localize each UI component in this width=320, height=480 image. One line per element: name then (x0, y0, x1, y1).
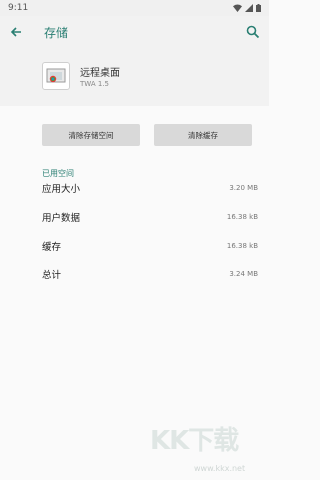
search-icon[interactable] (245, 24, 261, 40)
clear-storage-button[interactable]: 清除存储空间 (42, 124, 140, 146)
section-header-used-space: 已用空间 (42, 169, 74, 178)
clear-cache-button[interactable]: 清除缓存 (154, 124, 252, 146)
app-version: TWA 1.5 (80, 80, 109, 88)
wifi-icon (233, 4, 242, 12)
watermark-url: www.kkx.net (194, 464, 246, 473)
app-bar: 存储 (0, 16, 269, 48)
usage-row-cache: 缓存 16.38 kB (42, 238, 260, 254)
usage-value: 16.38 kB (226, 242, 258, 250)
signal-icon (245, 4, 253, 12)
battery-icon (256, 4, 261, 12)
app-name: 远程桌面 (80, 68, 120, 79)
app-icon (42, 62, 70, 90)
app-header: 远程桌面 TWA 1.5 (0, 48, 269, 106)
usage-value: 16.38 kB (226, 213, 258, 221)
usage-label: 总计 (42, 270, 62, 281)
page-title: 存储 (44, 26, 69, 40)
watermark-logo: KK下载 (150, 426, 239, 456)
usage-label: 缓存 (42, 242, 62, 253)
status-bar: 9:11 (0, 0, 269, 16)
usage-label: 用户数据 (42, 213, 81, 224)
back-arrow-icon[interactable] (8, 24, 24, 40)
usage-value: 3.20 MB (229, 184, 258, 192)
action-buttons: 清除存储空间 清除缓存 (0, 124, 269, 146)
remote-desktop-icon (46, 68, 66, 83)
watermark: KK下载 www.kkx.net (150, 420, 260, 476)
status-time: 9:11 (8, 3, 29, 13)
usage-row-user-data: 用户数据 16.38 kB (42, 209, 260, 225)
usage-value: 3.24 MB (229, 270, 258, 278)
status-icons (233, 4, 261, 12)
usage-row-total: 总计 3.24 MB (42, 266, 260, 282)
usage-label: 应用大小 (42, 184, 81, 195)
usage-row-app-size: 应用大小 3.20 MB (42, 180, 260, 196)
